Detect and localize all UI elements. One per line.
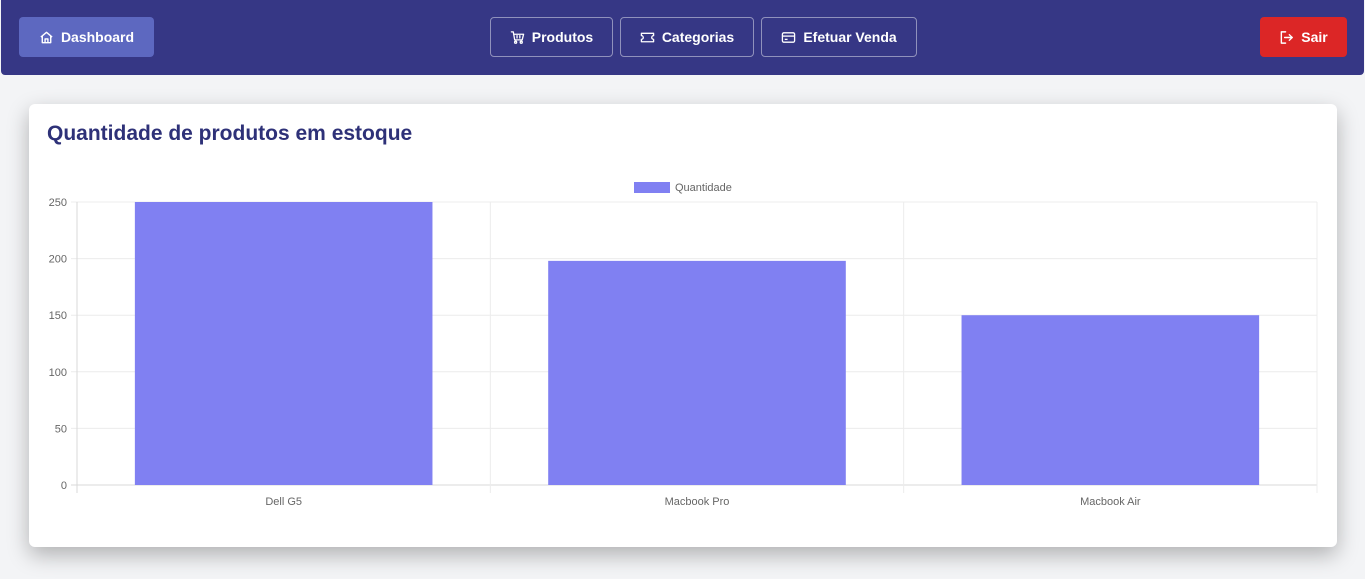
home-icon: [40, 31, 53, 43]
y-tick-label: 250: [49, 197, 67, 209]
bar-macbook-air: [961, 315, 1260, 485]
categorias-button[interactable]: Categorias: [620, 17, 754, 57]
y-tick-label: 0: [61, 480, 67, 492]
credit-card-icon: [782, 31, 796, 43]
bar-dell-g5: [134, 202, 433, 485]
efetuar-venda-button[interactable]: Efetuar Venda: [761, 17, 917, 57]
dashboard-button[interactable]: Dashboard: [19, 17, 154, 57]
legend-swatch: [634, 182, 670, 193]
logout-icon: [1280, 30, 1294, 44]
x-tick-label: Macbook Air: [1080, 496, 1141, 508]
cart-icon: [510, 30, 525, 44]
sair-button[interactable]: Sair: [1260, 17, 1347, 57]
y-tick-label: 50: [55, 423, 67, 435]
legend-label: Quantidade: [675, 182, 732, 194]
x-tick-label: Dell G5: [265, 496, 302, 508]
y-tick-label: 200: [49, 254, 67, 266]
produtos-button[interactable]: Produtos: [490, 17, 613, 57]
produtos-label: Produtos: [531, 29, 594, 45]
x-tick-label: Macbook Pro: [665, 496, 730, 508]
bar-macbook-pro: [548, 260, 846, 485]
y-tick-label: 100: [49, 367, 67, 379]
y-tick-label: 150: [49, 310, 67, 322]
categorias-label: Categorias: [661, 29, 735, 45]
efetuar-venda-label: Efetuar Venda: [803, 29, 897, 45]
sair-label: Sair: [1301, 29, 1328, 45]
top-navbar: Dashboard Produtos Categorias Efetuar Ve…: [1, 0, 1364, 75]
ticket-icon: [640, 32, 655, 42]
dashboard-label: Dashboard: [60, 29, 135, 45]
stock-chart-card: Quantidade de produtos em estoque 0 50 100…: [29, 104, 1337, 547]
stock-bar-chart: 0 50 100 150 200 250 Dell G5 Macbook Pro Macbook…: [49, 182, 1318, 508]
